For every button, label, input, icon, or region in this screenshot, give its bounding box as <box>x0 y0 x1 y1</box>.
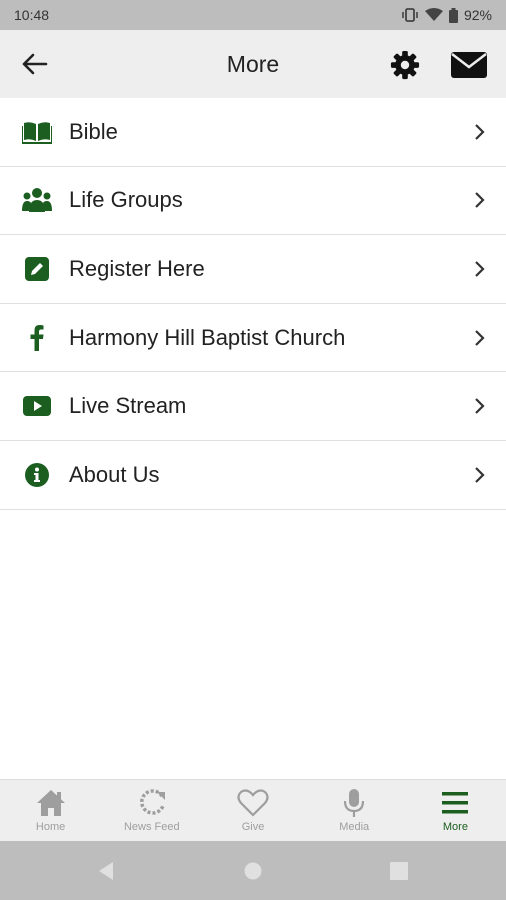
menu-item-live-stream[interactable]: Live Stream <box>0 372 506 441</box>
menu-item-bible[interactable]: Bible <box>0 98 506 167</box>
chevron-right-icon <box>475 261 485 277</box>
wifi-icon <box>424 8 443 21</box>
users-icon <box>22 185 52 215</box>
heart-icon <box>237 789 269 817</box>
menu-item-label: Bible <box>69 118 118 144</box>
gear-icon[interactable] <box>389 50 421 80</box>
tab-media[interactable]: Media <box>304 780 405 841</box>
book-icon <box>22 117 52 147</box>
bottom-tab-bar: Home News Feed Give Media More <box>0 779 506 841</box>
tab-news-feed[interactable]: News Feed <box>101 780 202 841</box>
tab-more[interactable]: More <box>405 780 506 841</box>
menu-item-label: Register Here <box>69 255 205 281</box>
menu-item-about-us[interactable]: About Us <box>0 441 506 510</box>
menu-item-label: Harmony Hill Baptist Church <box>69 324 346 350</box>
tab-label: Media <box>339 821 370 833</box>
refresh-icon <box>139 789 165 815</box>
info-icon <box>22 460 52 490</box>
nav-recents-icon[interactable] <box>390 862 408 880</box>
vibrate-icon <box>402 8 418 22</box>
chevron-right-icon <box>475 466 485 483</box>
menu-item-label: About Us <box>69 461 160 487</box>
system-nav-bar <box>0 841 506 900</box>
status-icons: 92% <box>401 7 492 23</box>
mail-icon[interactable] <box>451 52 487 78</box>
page-title: More <box>226 51 280 77</box>
nav-back-icon[interactable] <box>96 861 116 881</box>
status-time: 10:48 <box>14 7 50 23</box>
youtube-icon <box>22 391 52 421</box>
tab-label: News Feed <box>123 821 180 833</box>
chevron-right-icon <box>475 398 485 414</box>
menu-icon <box>442 792 469 814</box>
menu-item-life-groups[interactable]: Life Groups <box>0 167 506 236</box>
menu-item-label: Life Groups <box>69 187 183 213</box>
status-bar: 10:48 92% <box>0 0 506 30</box>
tab-give[interactable]: Give <box>202 780 303 841</box>
more-menu-list: Bible Life Groups Register Here Harmony … <box>0 98 506 510</box>
battery-icon <box>448 7 458 23</box>
microphone-icon <box>344 789 365 817</box>
tab-home[interactable]: Home <box>0 780 101 841</box>
chevron-right-icon <box>475 192 485 209</box>
edit-icon <box>22 254 52 284</box>
chevron-right-icon <box>475 124 485 140</box>
app-bar: More <box>0 30 506 98</box>
facebook-icon <box>22 323 52 353</box>
tab-label: More <box>442 821 468 833</box>
battery-percent: 92% <box>463 7 492 23</box>
nav-home-icon[interactable] <box>243 861 263 881</box>
chevron-right-icon <box>475 329 485 346</box>
tab-label: Give <box>241 821 265 833</box>
menu-item-register-here[interactable]: Register Here <box>0 235 506 304</box>
home-icon <box>36 790 65 816</box>
menu-item-facebook[interactable]: Harmony Hill Baptist Church <box>0 304 506 373</box>
menu-item-label: Live Stream <box>69 393 187 419</box>
tab-label: Home <box>35 821 66 833</box>
